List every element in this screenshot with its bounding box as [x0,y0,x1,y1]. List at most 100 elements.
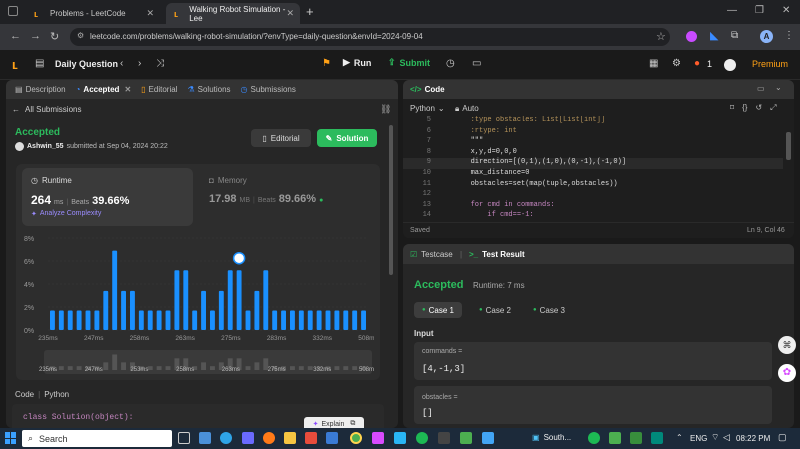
close-tab-icon[interactable]: ✕ [286,8,294,19]
editor-scrollbar[interactable] [786,132,791,160]
browser-tab-walking-robot[interactable]: ʟ Walking Robot Simulation - Lee ✕ [166,3,300,24]
minimize-panel-icon[interactable]: ⌄ [775,83,782,92]
runtime-bar[interactable] [147,310,153,330]
close-tab-icon[interactable]: ✕ [124,85,131,94]
tab-solutions[interactable]: ⚗ Solutions [184,85,233,94]
tab-test-result[interactable]: >_ Test Result [469,250,525,259]
extension-icon-1[interactable] [686,31,697,42]
app-icon-blue[interactable] [326,432,338,444]
code-line[interactable]: 7 """ [403,137,783,148]
analyze-complexity-link[interactable]: ✦ Analyze Complexity [31,210,101,218]
browser-tab-problems[interactable]: ʟ Problems - LeetCode ✕ [26,3,160,24]
leetcode-logo[interactable]: ʟ [12,57,18,72]
back-icon[interactable]: ← [10,30,21,42]
commands-value[interactable]: [4,-1,3] [422,364,465,374]
runtime-bar[interactable] [165,310,171,330]
code-line[interactable]: 5 :type obstacles: List[List[int]] [403,116,783,127]
reload-icon[interactable]: ↻ [50,30,59,43]
runtime-bar[interactable] [352,310,358,330]
debug-icon[interactable]: ⚑ [322,58,331,69]
extension-icon-2[interactable]: ◣ [710,29,718,42]
app-icon-teal[interactable] [394,432,406,444]
settings-gear-icon[interactable]: ⚙ [672,58,681,69]
app-icon-green[interactable] [460,432,472,444]
problem-list-icon[interactable]: ▤ [35,58,44,69]
url-field[interactable]: ⚙ leetcode.com/problems/walking-robot-si… [70,28,670,46]
floating-assistant-icon[interactable]: ✿ [778,364,796,382]
runtime-bar[interactable] [138,310,144,330]
run-button[interactable]: ▶ Run [343,57,371,68]
panel-scrollbar[interactable] [389,125,393,275]
windows-start-icon[interactable] [5,432,17,444]
tray-icon-2[interactable] [609,432,621,444]
runtime-bar[interactable] [130,290,135,330]
code-line[interactable]: 10 max_distance=0 [403,169,783,180]
reset-icon[interactable]: ↺ [755,103,762,113]
editorial-button[interactable]: ▯ Editorial [251,129,311,147]
code-line[interactable]: 11 obstacles=set(map(tuple,obstacles)) [403,180,783,191]
clock-time[interactable]: 08:22 PM [736,434,770,443]
bookmark-star-icon[interactable]: ☆ [656,30,666,43]
runtime-bar[interactable] [290,310,295,330]
runtime-bar[interactable] [94,310,100,330]
runtime-bar[interactable] [307,310,313,330]
runtime-bar[interactable] [316,310,322,330]
runtime-bar[interactable] [183,270,189,330]
app-icon-purple[interactable] [372,432,384,444]
notification-icon[interactable]: ▢ [778,432,787,443]
taskbar-search[interactable]: ⌕ Search [22,430,172,447]
runtime-bar[interactable] [210,310,215,330]
tab-accepted[interactable]: ◔ Accepted ✕ [73,85,135,94]
tray-chevron-icon[interactable]: ⌃ [676,433,683,442]
new-tab-icon[interactable]: + [306,4,314,19]
code-lines[interactable]: 5 :type obstacles: List[List[int]] 6 :rty… [403,116,794,222]
tray-icon-3[interactable] [630,432,642,444]
solution-button[interactable]: ✎ Solution [317,129,377,147]
runtime-bar[interactable] [343,310,349,330]
runtime-bar[interactable] [254,290,260,330]
share-link-icon[interactable]: ⛓ [380,104,391,115]
runtime-bar[interactable] [121,290,126,330]
browser-menu-icon[interactable]: ⋮ [784,30,794,41]
tray-icon-1[interactable] [588,432,600,444]
tab-editorial[interactable]: ▯ Editorial [138,85,180,94]
submit-button[interactable]: ⇪ Submit [388,57,430,68]
edge-browser-icon[interactable] [220,432,232,444]
code-line[interactable]: 6 :rtype: int [403,127,783,138]
prev-problem-icon[interactable]: ‹ [120,58,123,69]
language-indicator[interactable]: ENG [690,434,707,443]
case-2-button[interactable]: ● Case 2 [471,302,519,318]
case-1-button[interactable]: ● Case 1 [414,302,462,318]
runtime-bar[interactable] [281,310,286,330]
runtime-bar[interactable] [245,310,251,330]
minimize-icon[interactable]: — [727,5,737,16]
runtime-bar[interactable] [103,290,109,330]
tab-list-icon[interactable] [8,6,18,16]
memory-label-row[interactable]: ◘ Memory [209,176,247,185]
network-icon[interactable]: ⌔ [711,432,719,443]
app-icon-dark[interactable] [438,432,450,444]
fullscreen-icon[interactable]: ⤢ [770,103,776,113]
profile-avatar[interactable]: A [760,30,773,43]
widgets-icon[interactable] [199,432,211,444]
forward-icon[interactable]: → [30,30,41,42]
maximize-icon[interactable]: ❐ [755,5,764,16]
taskbar-app-weather[interactable]: ▣ South... [532,433,571,442]
runtime-bar[interactable] [112,250,118,330]
runtime-bar[interactable] [227,270,233,330]
code-line[interactable]: 13 for cmd in commands: [403,201,783,212]
task-view-icon[interactable] [178,432,190,444]
extensions-puzzle-icon[interactable]: ⧉ [731,30,738,41]
firefox-icon[interactable] [263,432,275,444]
site-info-icon[interactable]: ⚙ [77,31,84,40]
code-line[interactable]: 12 [403,190,783,201]
shuffle-icon[interactable]: ⤨ [156,58,164,69]
close-tab-icon[interactable]: ✕ [146,8,154,19]
tab-submissions[interactable]: ◷ Submissions [238,85,299,94]
runtime-bar[interactable] [85,310,91,330]
chrome-icon[interactable] [350,432,362,444]
runtime-bar[interactable] [50,310,55,330]
daily-question-title[interactable]: Daily Question [55,59,118,69]
code-line[interactable]: 14 if cmd==-1: [403,211,783,222]
runtime-bar[interactable] [334,310,340,330]
